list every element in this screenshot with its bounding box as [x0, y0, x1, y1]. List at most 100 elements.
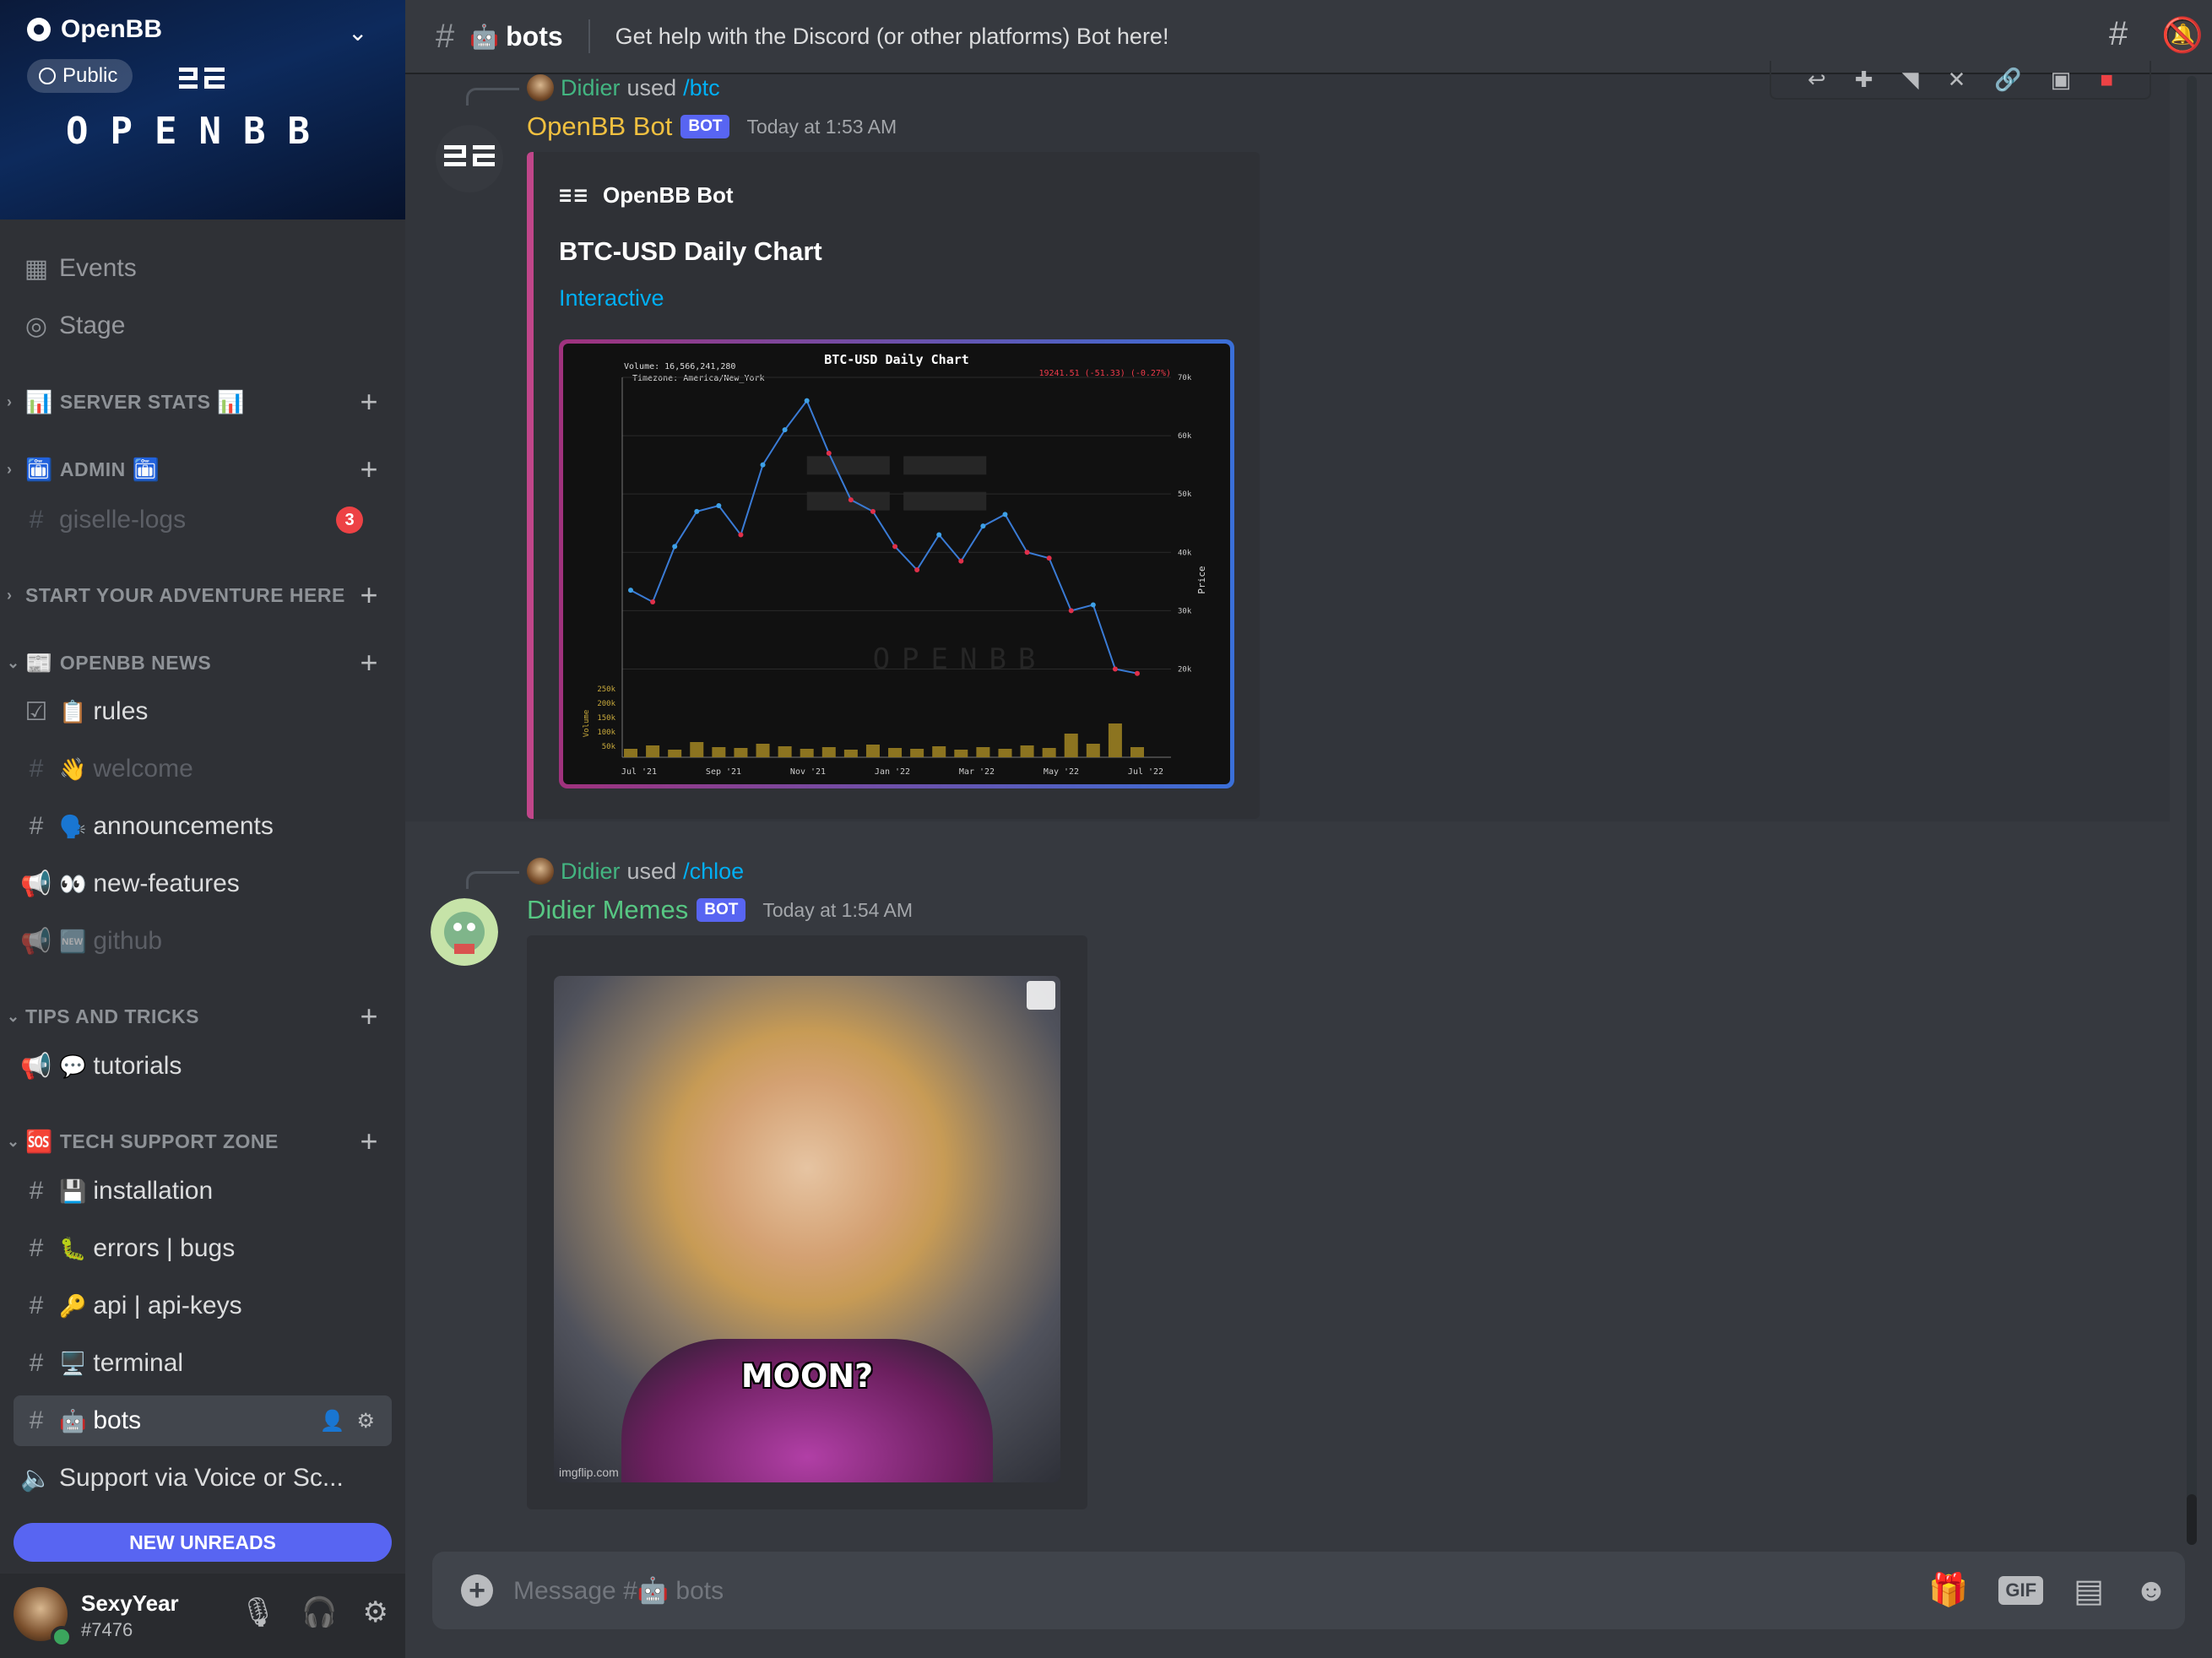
slash-command[interactable]: /btc	[683, 75, 720, 101]
meme-image[interactable]: MOON? imgflip.com	[554, 976, 1060, 1482]
add-channel-icon[interactable]: +	[360, 384, 378, 420]
add-channel-icon[interactable]: +	[360, 452, 378, 487]
chevron-down-icon[interactable]: ⌄	[348, 19, 367, 46]
sidebar-item-installation[interactable]: # 💾 installation	[14, 1166, 392, 1216]
sos-icon: 🆘	[25, 1128, 53, 1154]
emoji-icon[interactable]: ☻	[2134, 1573, 2168, 1609]
sidebar-item-tutorials[interactable]: 📢 💬 tutorials	[14, 1041, 392, 1092]
sidebar-item-giselle-logs[interactable]: # giselle-logs 3	[14, 495, 392, 545]
add-attachment-button[interactable]: +	[461, 1574, 493, 1607]
sidebar-item-rules[interactable]: ☑ 📋 rules	[14, 686, 392, 737]
volume-bar	[690, 742, 704, 757]
add-channel-icon[interactable]: +	[360, 1124, 378, 1159]
slash-command[interactable]: /chloe	[683, 859, 744, 885]
add-channel-icon[interactable]: +	[360, 645, 378, 680]
headphones-icon[interactable]: 🎧	[301, 1596, 337, 1629]
chart-annotation: Volume: 16,566,241,280	[624, 362, 735, 371]
category-tech-support[interactable]: ⌄ 🆘 TECH SUPPORT ZONE +	[7, 1124, 395, 1158]
sidebar-item-welcome[interactable]: # 👋 welcome	[14, 744, 392, 794]
computer-icon: 🖥️	[59, 1350, 87, 1376]
category-start-adventure[interactable]: › START YOUR ADVENTURE HERE +	[7, 577, 395, 613]
banner-logo-text: OPENBB	[66, 110, 332, 153]
message-hover-toolbar: ↩ ✚ ◥ ✕ 🔗 ▣ ■	[1770, 61, 2151, 100]
reply-user[interactable]: Didier	[561, 75, 621, 101]
embed-author: OpenBB Bot	[559, 182, 734, 209]
message-list[interactable]: Didier used /btc OpenBB Bot BOT Today at…	[405, 74, 2185, 1543]
btc-price-point	[892, 544, 898, 550]
channel-topic[interactable]: Get help with the Discord (or other plat…	[615, 24, 1169, 50]
gear-icon[interactable]: ⚙	[363, 1596, 388, 1629]
rules-checkbox-icon: ☑	[24, 697, 48, 726]
threads-icon[interactable]: #	[2109, 15, 2128, 55]
scrollbar[interactable]	[2187, 76, 2197, 1545]
author-name[interactable]: Didier Memes	[527, 895, 688, 925]
bar-chart-icon: 📊	[217, 388, 246, 414]
tag-icon[interactable]: ◥	[1902, 67, 1919, 93]
message-composer[interactable]: + Message #🤖 bots 🎁 GIF ▤ ☻	[432, 1552, 2185, 1629]
sidebar-item-announcements[interactable]: # 🗣️ announcements	[14, 801, 392, 852]
sidebar-item-new-features[interactable]: 📢 👀 new-features	[14, 859, 392, 909]
btc-price-point	[958, 558, 964, 564]
reply-user[interactable]: Didier	[561, 859, 621, 885]
btc-price-point	[738, 532, 744, 538]
category-admin[interactable]: › 🛅 ADMIN 🛅 +	[7, 452, 395, 486]
chart-watermark: OPENBB	[873, 642, 1048, 676]
btc-price-point	[1135, 670, 1140, 676]
btc-price-point	[804, 398, 810, 404]
author-name[interactable]: OpenBB Bot	[527, 111, 672, 142]
add-channel-icon[interactable]: +	[360, 577, 378, 613]
reply-icon[interactable]: ↩	[1808, 67, 1826, 93]
scrollbar-thumb[interactable]	[2187, 1494, 2197, 1545]
category-tips-and-tricks[interactable]: ⌄ TIPS AND TRICKS +	[7, 999, 395, 1034]
gift-icon[interactable]: 🎁	[1928, 1572, 1968, 1609]
mute-bell-icon[interactable]: 🔕	[2161, 15, 2204, 55]
volume-bar	[888, 748, 903, 757]
add-channel-icon[interactable]: +	[360, 999, 378, 1034]
gear-icon[interactable]: ⚙	[356, 1409, 375, 1433]
didier-memes-avatar[interactable]	[431, 898, 498, 966]
sidebar-item-label: Support via Voice or Sc...	[59, 1464, 344, 1492]
message-header: Didier Memes BOT Today at 1:54 AM	[527, 895, 913, 925]
chart-volume-tick: 100k	[597, 729, 615, 737]
sidebar-item-terminal[interactable]: # 🖥️ terminal	[14, 1338, 392, 1389]
sidebar-item-label: welcome	[93, 755, 193, 783]
reply-reference[interactable]: Didier used /btc	[527, 74, 720, 101]
message-input[interactable]: Message #🤖 bots	[513, 1576, 724, 1606]
invite-member-icon[interactable]: 👤	[320, 1409, 345, 1433]
globe-icon	[39, 68, 56, 84]
server-name: OpenBB	[61, 15, 162, 43]
link-icon[interactable]: 🔗	[1994, 67, 2021, 93]
hash-icon: #	[436, 17, 455, 55]
interactive-link[interactable]: Interactive	[559, 285, 664, 312]
chart-image[interactable]: BTC-USD Daily Chart Volume: 16,566,241,28…	[559, 339, 1234, 788]
reply-reference[interactable]: Didier used /chloe	[527, 858, 744, 885]
pause-gif-icon[interactable]	[1027, 981, 1055, 1010]
new-unreads-button[interactable]: NEW UNREADS	[14, 1523, 392, 1562]
chart-volume-tick: 50k	[602, 743, 616, 751]
sidebar-item-events[interactable]: ▦ Events	[14, 243, 392, 294]
bot-tag: BOT	[680, 115, 730, 138]
category-server-stats[interactable]: › 📊 SERVER STATS 📊 +	[7, 384, 395, 420]
server-name-button[interactable]: OpenBB	[27, 15, 162, 44]
btc-price-point	[914, 567, 920, 572]
sidebar-item-api-keys[interactable]: # 🔑 api | api-keys	[14, 1281, 392, 1331]
openbb-bot-avatar[interactable]	[436, 125, 503, 192]
gif-button[interactable]: GIF	[1998, 1576, 2044, 1605]
sidebar-item-errors-bugs[interactable]: # 🐛 errors | bugs	[14, 1223, 392, 1274]
sidebar-item-bots[interactable]: # 🤖 bots 👤 ⚙	[14, 1395, 392, 1446]
sidebar-item-stage[interactable]: ◎ Stage	[14, 301, 392, 351]
delete-icon[interactable]: ■	[2100, 67, 2113, 93]
reply-used-text: used	[626, 74, 677, 100]
pin-icon[interactable]: ✕	[1948, 67, 1966, 93]
sidebar-item-support-voice[interactable]: 🔈 Support via Voice or Sc...	[14, 1453, 392, 1504]
bot-tag: BOT	[697, 898, 746, 922]
bar-chart-icon: 📊	[25, 388, 53, 414]
microphone-icon[interactable]: 🎙	[240, 1596, 276, 1629]
avatar	[527, 858, 554, 885]
category-label: TIPS AND TRICKS	[25, 1005, 199, 1027]
sidebar-item-github[interactable]: 📢 🆕 github	[14, 916, 392, 967]
category-openbb-news[interactable]: ⌄ 📰 OPENBB NEWS +	[7, 645, 395, 680]
thread-icon[interactable]: ✚	[1855, 67, 1873, 93]
sticker-icon[interactable]: ▤	[2074, 1572, 2104, 1610]
media-icon[interactable]: ▣	[2051, 67, 2072, 93]
